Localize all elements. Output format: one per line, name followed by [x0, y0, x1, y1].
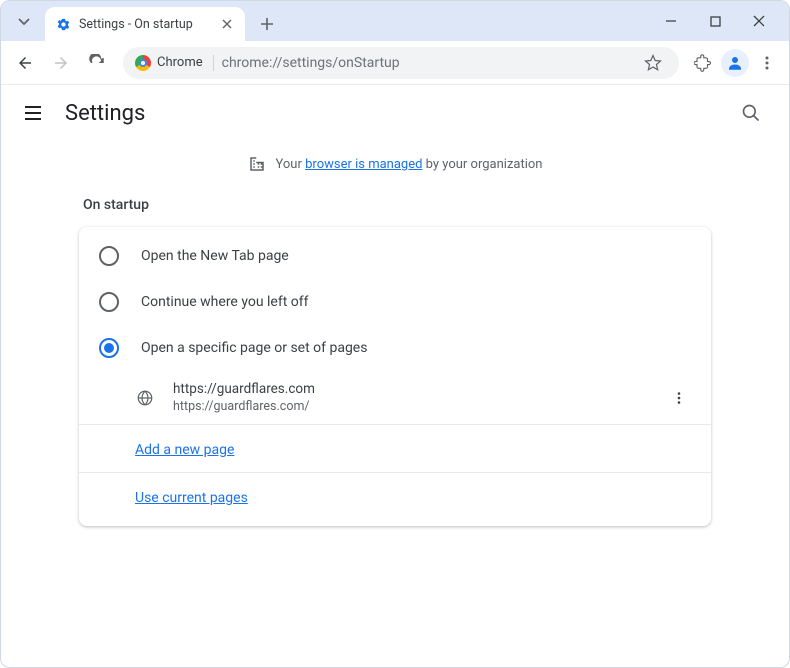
chip-label: Chrome [157, 55, 203, 70]
profile-button[interactable] [721, 49, 749, 77]
new-tab-button[interactable] [253, 10, 281, 38]
use-current-pages-link[interactable]: Use current pages [135, 490, 248, 506]
minimize-button[interactable] [657, 7, 685, 35]
option-new-tab[interactable]: Open the New Tab page [79, 233, 711, 279]
url-text: chrome://settings/onStartup [222, 55, 631, 71]
radio-icon [99, 246, 119, 266]
site-chip[interactable]: Chrome [135, 55, 214, 71]
browser-window: Settings - On startup Chrome chrome://se… [0, 0, 790, 668]
add-new-page-link[interactable]: Add a new page [135, 442, 234, 458]
forward-button[interactable] [45, 47, 77, 79]
tab-strip: Settings - On startup [1, 1, 789, 41]
tab-search-button[interactable] [11, 8, 37, 34]
use-current-row: Use current pages [79, 472, 711, 520]
startup-page-row: https://guardflares.com https://guardfla… [79, 371, 711, 424]
option-continue[interactable]: Continue where you left off [79, 279, 711, 325]
extensions-button[interactable] [689, 49, 717, 77]
domain-icon [248, 155, 266, 173]
active-tab[interactable]: Settings - On startup [45, 7, 245, 41]
menu-icon[interactable] [21, 101, 45, 125]
settings-body: Your browser is managed by your organiza… [1, 141, 789, 667]
back-button[interactable] [9, 47, 41, 79]
toolbar: Chrome chrome://settings/onStartup [1, 41, 789, 85]
page-url: https://guardflares.com/ [173, 399, 649, 414]
radio-label: Open a specific page or set of pages [141, 340, 367, 356]
reload-button[interactable] [81, 47, 113, 79]
tab-title: Settings - On startup [79, 17, 219, 32]
settings-header: Settings [1, 85, 789, 141]
on-startup-section: On startup Open the New Tab page Continu… [55, 191, 735, 526]
bookmark-star-icon[interactable] [639, 49, 667, 77]
radio-icon [99, 338, 119, 358]
window-controls [657, 1, 783, 41]
gear-icon [55, 16, 71, 32]
section-title: On startup [79, 191, 711, 227]
page-title: Settings [65, 101, 145, 126]
maximize-button[interactable] [701, 7, 729, 35]
managed-text: Your browser is managed by your organiza… [276, 157, 543, 172]
page-info: https://guardflares.com https://guardfla… [173, 381, 649, 414]
managed-notice: Your browser is managed by your organiza… [1, 141, 789, 191]
page-name: https://guardflares.com [173, 381, 649, 397]
page-content: Settings Your browser is managed by your… [1, 85, 789, 667]
address-bar[interactable]: Chrome chrome://settings/onStartup [123, 47, 679, 79]
radio-label: Continue where you left off [141, 294, 309, 310]
search-button[interactable] [733, 95, 769, 131]
page-more-button[interactable] [667, 386, 691, 410]
add-page-row: Add a new page [79, 424, 711, 472]
globe-icon [135, 388, 155, 408]
radio-icon [99, 292, 119, 312]
close-tab-button[interactable] [219, 16, 235, 32]
close-window-button[interactable] [745, 7, 773, 35]
chrome-icon [135, 55, 151, 71]
managed-link[interactable]: browser is managed [305, 157, 422, 172]
radio-label: Open the New Tab page [141, 248, 289, 264]
startup-card: Open the New Tab page Continue where you… [79, 227, 711, 526]
chrome-menu-button[interactable] [753, 49, 781, 77]
option-specific-pages[interactable]: Open a specific page or set of pages [79, 325, 711, 371]
